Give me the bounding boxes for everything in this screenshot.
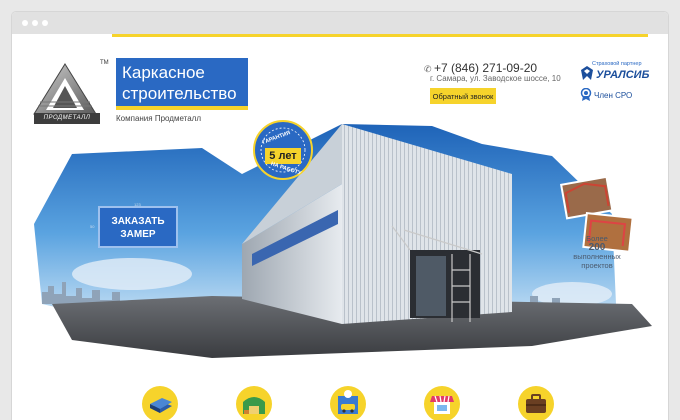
- site-title: Каркасное строительство: [116, 58, 248, 106]
- title-underline: [116, 106, 248, 110]
- window-dot[interactable]: [22, 20, 28, 26]
- site-title-line2: строительство: [122, 84, 237, 103]
- briefcase-icon[interactable]: [518, 386, 554, 420]
- order-line2: ЗАМЕР: [120, 229, 156, 240]
- hangar-icon[interactable]: [236, 386, 272, 420]
- services-row: [12, 386, 668, 420]
- projects-counter[interactable]: Более 200 выполненных проектов: [564, 234, 630, 270]
- logo-trademark: TM: [100, 60, 109, 66]
- website: TM ПРОДМЕТАЛЛ Каркасное строительство Ко…: [12, 34, 668, 420]
- sro-badge-icon: [580, 88, 592, 101]
- sro-membership: Член СРО: [594, 91, 633, 100]
- projects-line2: проектов: [581, 261, 613, 270]
- site-title-line1: Каркасное: [122, 63, 205, 82]
- order-measurement-button[interactable]: ЗАКАЗАТЬ ЗАМЕР: [98, 206, 178, 248]
- projects-count: 200: [588, 242, 606, 253]
- browser-window: TM ПРОДМЕТАЛЛ Каркасное строительство Ко…: [12, 12, 668, 420]
- address: г. Самара, ул. Заводское шоссе, 10: [430, 74, 561, 83]
- phone-number[interactable]: ✆ +7 (846) 271-09-20: [424, 61, 537, 75]
- window-dot[interactable]: [32, 20, 38, 26]
- header-accent-line: [112, 34, 648, 37]
- callback-button[interactable]: Обратный звонок: [430, 88, 496, 104]
- phone-text: +7 (846) 271-09-20: [434, 61, 538, 75]
- shop-icon[interactable]: [424, 386, 460, 420]
- projects-line1: выполненных: [573, 252, 621, 261]
- window-dot[interactable]: [42, 20, 48, 26]
- order-line1: ЗАКАЗАТЬ: [111, 216, 165, 227]
- browser-toolbar: [12, 12, 668, 34]
- car-service-icon[interactable]: [330, 386, 366, 420]
- uralsib-logo-icon: [581, 66, 593, 80]
- panels-icon[interactable]: [142, 386, 178, 420]
- dimension-width: 123: [134, 202, 141, 207]
- partner-name[interactable]: УРАЛСИБ: [596, 69, 649, 81]
- partner-caption: Страховой партнер: [592, 61, 642, 67]
- dimension-height: 50: [90, 224, 95, 229]
